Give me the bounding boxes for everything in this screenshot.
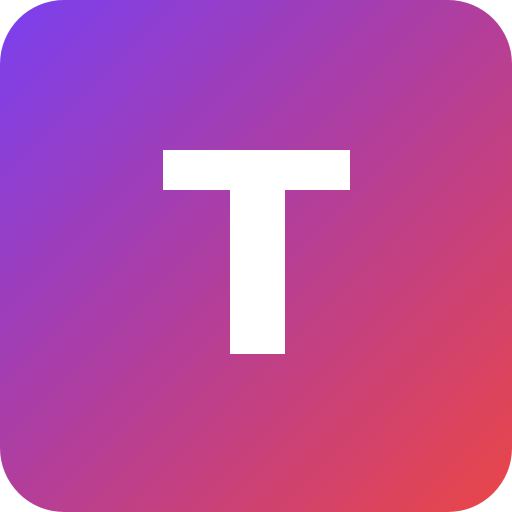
app-icon: T — [0, 0, 512, 512]
letter-t-stem — [230, 150, 285, 354]
letter-t-icon — [163, 150, 350, 354]
